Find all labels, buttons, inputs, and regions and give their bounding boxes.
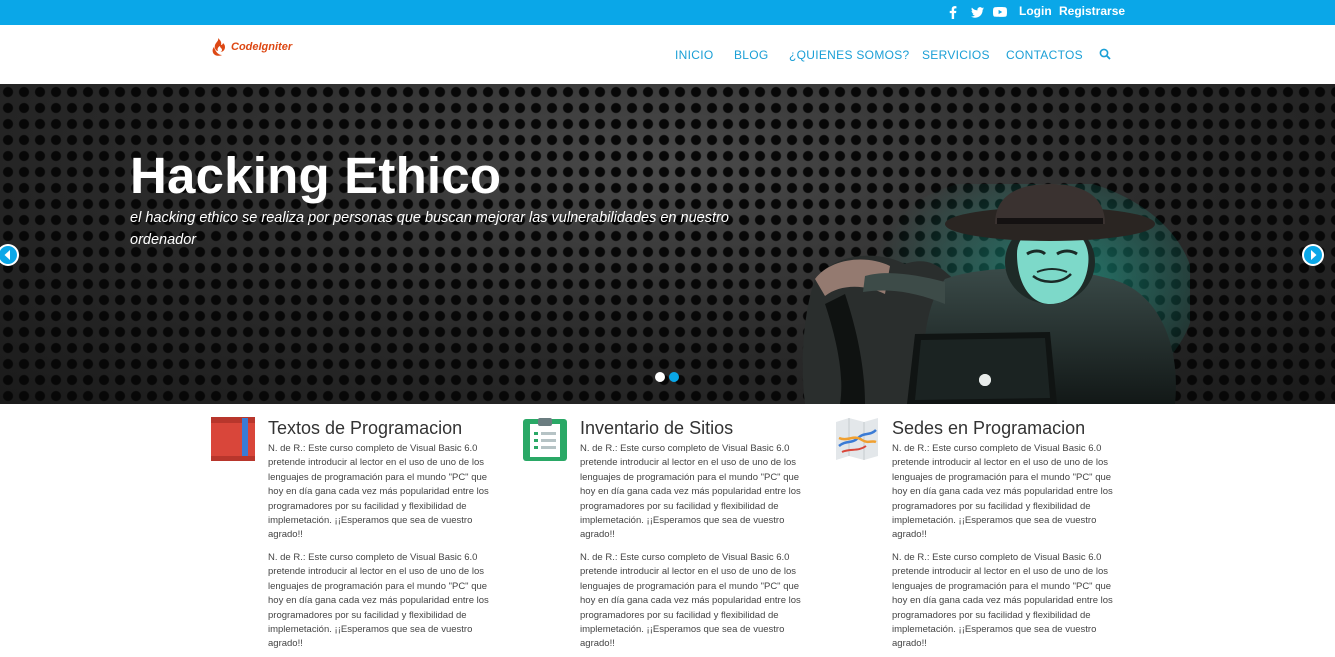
hero-subtitle: el hacking ethico se realiza por persona… bbox=[130, 210, 729, 248]
feature-text: N. de R.: Este curso completo de Visual … bbox=[892, 552, 1113, 650]
logo-text: CodeIgniter bbox=[231, 41, 293, 53]
slide-dot-1[interactable] bbox=[655, 372, 665, 382]
map-icon bbox=[836, 418, 878, 460]
flame-icon bbox=[212, 38, 225, 56]
login-link[interactable]: Login bbox=[1019, 4, 1052, 18]
hero-title: Hacking Ethico bbox=[130, 147, 502, 204]
youtube-icon[interactable] bbox=[992, 4, 1008, 20]
prev-slide-button[interactable] bbox=[0, 244, 19, 266]
arrow-left-icon bbox=[0, 246, 17, 264]
facebook-icon[interactable] bbox=[945, 4, 961, 20]
nav-contactos[interactable]: CONTACTOS bbox=[1006, 48, 1083, 62]
feature-text: N. de R.: Este curso completo de Visual … bbox=[892, 443, 1113, 541]
next-slide-button[interactable] bbox=[1302, 244, 1324, 266]
nav-inicio[interactable]: INICIO bbox=[675, 48, 713, 62]
feature-title: Inventario de Sitios bbox=[580, 418, 734, 438]
book-icon bbox=[211, 417, 255, 461]
search-icon[interactable] bbox=[1099, 48, 1111, 60]
nav-servicios[interactable]: SERVICIOS bbox=[922, 48, 990, 62]
register-link[interactable]: Registrarse bbox=[1059, 4, 1125, 18]
feature-title: Textos de Programacion bbox=[268, 418, 463, 438]
site-header: CodeIgniter INICIO BLOG ¿QUIENES SOMOS? … bbox=[0, 25, 1335, 84]
feature-title: Sedes en Programacion bbox=[892, 418, 1086, 438]
twitter-icon[interactable] bbox=[969, 4, 985, 20]
feature-text: N. de R.: Este curso completo de Visual … bbox=[580, 552, 801, 650]
arrow-right-icon bbox=[1304, 246, 1322, 264]
slide-dot-2[interactable] bbox=[669, 372, 679, 382]
clipboard-icon bbox=[523, 418, 567, 461]
top-bar: Login Registrarse bbox=[0, 0, 1335, 25]
feature-text: N. de R.: Este curso completo de Visual … bbox=[580, 443, 801, 541]
nav-quienes-somos[interactable]: ¿QUIENES SOMOS? bbox=[789, 48, 910, 62]
feature-text: N. de R.: Este curso completo de Visual … bbox=[268, 552, 489, 650]
hacker-illustration bbox=[802, 184, 1190, 404]
hero-slider: Hacking Ethico el hacking ethico se real… bbox=[0, 84, 1335, 404]
logo[interactable]: CodeIgniter bbox=[210, 37, 292, 57]
nav-blog[interactable]: BLOG bbox=[734, 48, 769, 62]
feature-text: N. de R.: Este curso completo de Visual … bbox=[268, 443, 489, 541]
